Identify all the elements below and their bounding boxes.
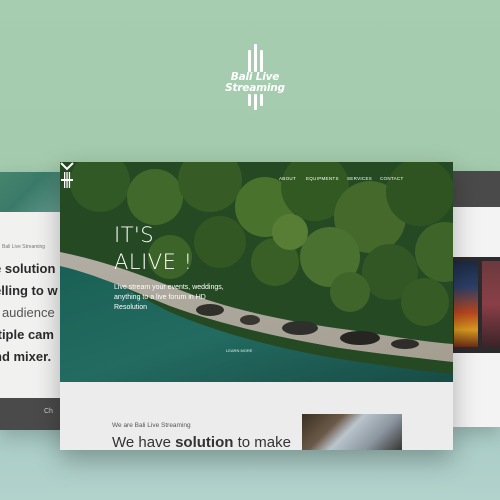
left-line-3: r audience <box>0 305 55 320</box>
scroll-label[interactable]: LEARN MORE <box>226 348 252 353</box>
intro-small-text: We are Bali Live Streaming <box>112 422 191 429</box>
nav-contact[interactable]: CONTACT <box>380 176 404 181</box>
brand-name-line2: Streaming <box>225 82 285 94</box>
intro-heading-suffix: to make <box>233 434 291 450</box>
right-photo-dancer <box>454 261 478 347</box>
hero-title-line2: ALIVE ! <box>114 250 193 274</box>
main-site-mockup: ABOUT EQUIPMENTS SERVICES CONTACT IT'S A… <box>60 162 453 450</box>
intro-photo <box>302 414 402 450</box>
chevron-down-icon[interactable] <box>60 162 74 171</box>
nav-logo-icon[interactable] <box>60 172 74 188</box>
brand-bars-bottom <box>222 94 288 110</box>
intro-section: We are Bali Live Streaming We have solut… <box>60 382 453 450</box>
brand-logo: Bali Live Streaming <box>222 44 288 116</box>
right-topbar <box>452 171 500 207</box>
hero-title: IT'S ALIVE ! <box>114 222 193 276</box>
left-line-5: nd mixer. <box>0 349 52 364</box>
right-photo-second <box>482 261 500 347</box>
hero-title-line1: IT'S <box>114 223 155 247</box>
site-nav: ABOUT EQUIPMENTS SERVICES CONTACT <box>60 172 453 192</box>
left-line-2: elling to w <box>0 283 58 298</box>
intro-heading-prefix: We have <box>112 434 176 450</box>
nav-services[interactable]: SERVICES <box>347 176 372 181</box>
nav-equipments[interactable]: EQUIPMENTS <box>306 176 339 181</box>
nav-about[interactable]: ABOUT <box>279 176 296 181</box>
intro-heading: We have solution to make <box>112 434 291 450</box>
left-small-text: Bali Live Streaming <box>2 244 46 250</box>
hero-subtitle: Live stream your events, weddings, anyth… <box>114 284 224 311</box>
intro-heading-bold: solution <box>175 434 234 450</box>
brand-bars-top <box>222 44 288 72</box>
hero-section: ABOUT EQUIPMENTS SERVICES CONTACT IT'S A… <box>60 162 453 382</box>
left-dark-text: Ch <box>44 408 53 415</box>
left-line-1: e solution <box>0 261 56 276</box>
right-site-mockup <box>452 171 500 427</box>
left-line-4: ltiple cam <box>0 327 54 342</box>
